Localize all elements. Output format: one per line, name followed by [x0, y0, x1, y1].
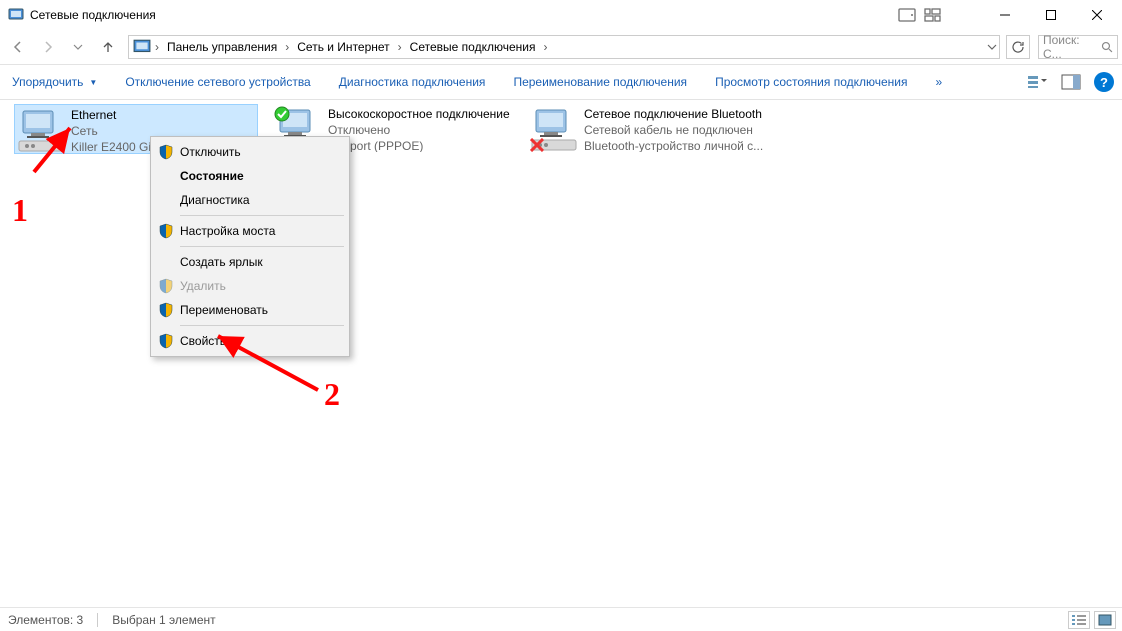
minimize-button[interactable] [982, 0, 1028, 30]
diagnose-button[interactable]: Диагностика подключения [335, 73, 490, 91]
conn-item-bluetooth[interactable]: Сетевое подключение Bluetooth Сетевой ка… [528, 104, 772, 154]
check-overlay-icon [274, 106, 290, 122]
preview-pane-button[interactable] [1060, 71, 1082, 93]
content-area: Ethernet Сеть Killer E2400 Gi... Высокос… [0, 100, 1122, 607]
nav-bar: › Панель управления › Сеть и Интернет › … [0, 30, 1122, 64]
selection-info: Выбран 1 элемент [112, 613, 215, 627]
extension-icons [898, 8, 942, 22]
window-title: Сетевые подключения [30, 8, 156, 22]
view-status-button[interactable]: Просмотр состояния подключения [711, 73, 911, 91]
search-icon [1101, 41, 1113, 53]
recent-button[interactable] [64, 33, 92, 61]
conn-name: Высокоскоростное подключение [328, 106, 510, 122]
shield-icon [158, 223, 174, 239]
view-large-button[interactable] [1094, 611, 1116, 629]
shield-icon [158, 333, 174, 349]
breadcrumb-item[interactable]: Панель управления [161, 36, 283, 58]
annotation-label-2: 2 [324, 376, 340, 413]
breadcrumb-item[interactable]: Сетевые подключения [404, 36, 542, 58]
error-overlay-icon [530, 138, 544, 152]
chevron-down-icon[interactable] [987, 42, 997, 52]
more-button[interactable]: » [932, 73, 947, 91]
chevron-right-icon[interactable]: › [541, 40, 549, 54]
annotation-arrow-1 [26, 120, 86, 180]
forward-button[interactable] [34, 33, 62, 61]
conn-status: Отключено [328, 122, 510, 138]
view-options-button[interactable] [1026, 71, 1048, 93]
chevron-right-icon[interactable]: › [396, 40, 404, 54]
tiles-icon[interactable] [924, 8, 942, 22]
breadcrumb-item[interactable]: Сеть и Интернет [291, 36, 395, 58]
maximize-button[interactable] [1028, 0, 1074, 30]
back-button[interactable] [4, 33, 32, 61]
refresh-button[interactable] [1006, 35, 1030, 59]
annotation-label-1: 1 [12, 192, 28, 229]
ctx-disable[interactable]: Отключить [154, 140, 346, 164]
context-menu: Отключить Состояние Диагностика Настройк… [150, 136, 350, 357]
command-bar: Упорядочить ▼ Отключение сетевого устрой… [0, 64, 1122, 100]
shield-icon [158, 278, 174, 294]
ctx-delete: Удалить [154, 274, 346, 298]
search-placeholder: Поиск: С... [1043, 33, 1101, 61]
separator [180, 246, 344, 247]
disable-device-button[interactable]: Отключение сетевого устройства [121, 73, 314, 91]
shield-icon [158, 302, 174, 318]
chevron-right-icon[interactable]: › [283, 40, 291, 54]
chevron-down-icon: ▼ [89, 78, 97, 87]
conn-device: Bluetooth-устройство личной с... [584, 138, 763, 152]
control-panel-icon [133, 38, 151, 56]
separator [180, 325, 344, 326]
help-button[interactable]: ? [1094, 72, 1114, 92]
up-button[interactable] [94, 33, 122, 61]
conn-device: Miniport (PPPOE) [328, 138, 510, 152]
shield-icon [158, 144, 174, 160]
annotation-arrow-2 [208, 330, 328, 400]
rename-button[interactable]: Переименование подключения [509, 73, 691, 91]
status-bar: Элементов: 3 Выбран 1 элемент [0, 607, 1122, 631]
view-details-button[interactable] [1068, 611, 1090, 629]
ctx-rename[interactable]: Переименовать [154, 298, 346, 322]
app-icon [8, 7, 24, 23]
ctx-diagnose[interactable]: Диагностика [154, 188, 346, 212]
conn-status: Сетевой кабель не подключен [584, 122, 763, 138]
conn-name: Сетевое подключение Bluetooth [584, 106, 763, 122]
network-adapter-icon [530, 106, 578, 154]
ctx-status[interactable]: Состояние [154, 164, 346, 188]
separator [180, 215, 344, 216]
chevron-right-icon[interactable]: › [153, 40, 161, 54]
ctx-shortcut[interactable]: Создать ярлык [154, 250, 346, 274]
title-bar: Сетевые подключения [0, 0, 1122, 30]
close-button[interactable] [1074, 0, 1120, 30]
ctx-bridge[interactable]: Настройка моста [154, 219, 346, 243]
breadcrumb[interactable]: › Панель управления › Сеть и Интернет › … [128, 35, 1000, 59]
tablet-icon[interactable] [898, 8, 916, 22]
organize-button[interactable]: Упорядочить ▼ [8, 73, 101, 91]
search-input[interactable]: Поиск: С... [1038, 35, 1118, 59]
items-count: Элементов: 3 [8, 613, 83, 627]
